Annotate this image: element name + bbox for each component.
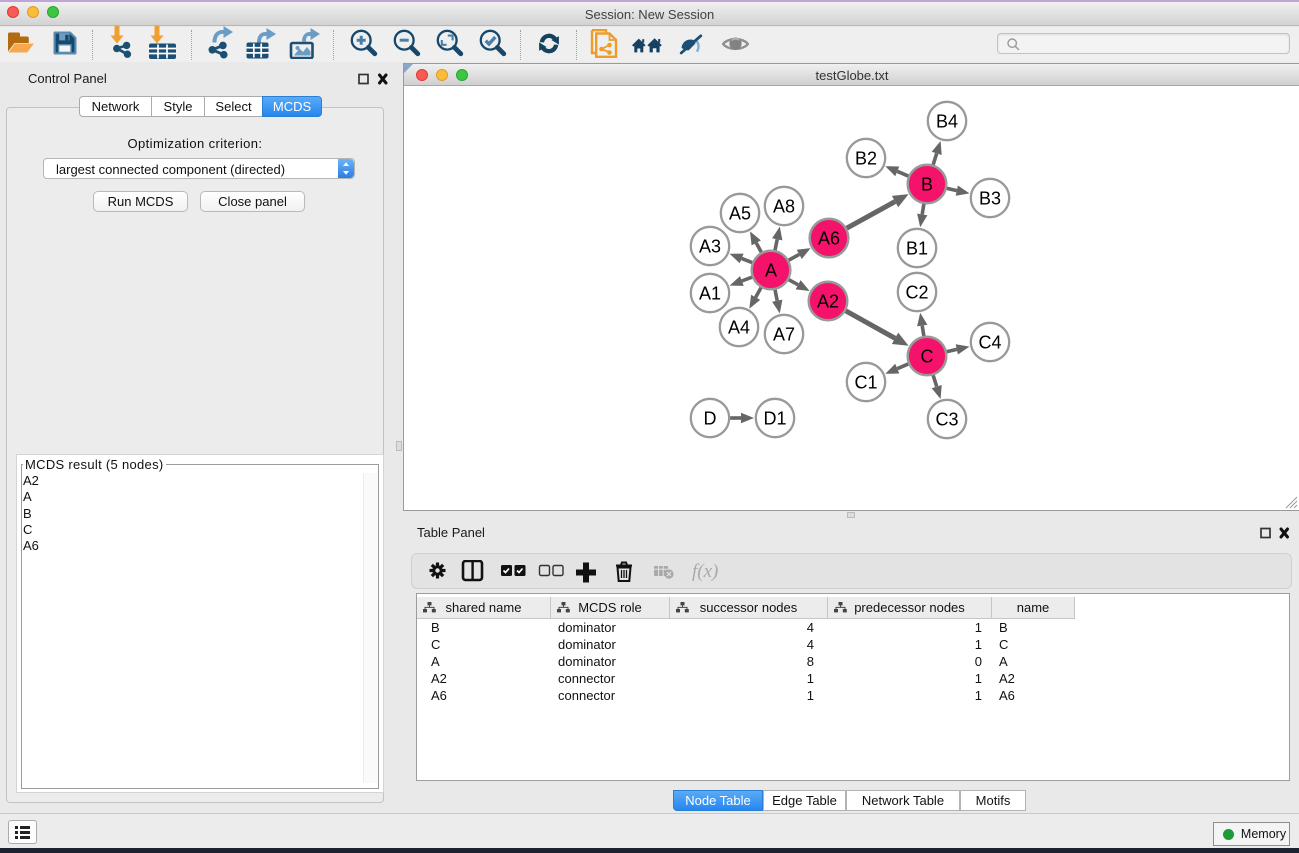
svg-text:D1: D1 bbox=[763, 409, 786, 429]
svg-text:A: A bbox=[765, 261, 777, 281]
svg-text:B2: B2 bbox=[855, 149, 877, 169]
svg-text:A1: A1 bbox=[699, 284, 721, 304]
svg-text:A6: A6 bbox=[818, 229, 840, 249]
svg-text:C3: C3 bbox=[935, 410, 958, 430]
svg-text:C: C bbox=[921, 347, 934, 367]
svg-text:A7: A7 bbox=[773, 325, 795, 345]
svg-text:C4: C4 bbox=[978, 333, 1001, 353]
svg-text:f(x): f(x) bbox=[692, 561, 718, 582]
svg-text:D: D bbox=[704, 409, 717, 429]
svg-text:B: B bbox=[921, 175, 933, 195]
svg-text:B4: B4 bbox=[936, 112, 958, 132]
svg-text:A3: A3 bbox=[699, 237, 721, 257]
svg-text:A8: A8 bbox=[773, 197, 795, 217]
svg-text:C2: C2 bbox=[905, 283, 928, 303]
svg-text:B1: B1 bbox=[906, 239, 928, 259]
svg-text:A4: A4 bbox=[728, 318, 750, 338]
svg-text:B3: B3 bbox=[979, 189, 1001, 209]
svg-text:A2: A2 bbox=[817, 292, 839, 312]
svg-text:A5: A5 bbox=[729, 204, 751, 224]
svg-text:C1: C1 bbox=[854, 373, 877, 393]
